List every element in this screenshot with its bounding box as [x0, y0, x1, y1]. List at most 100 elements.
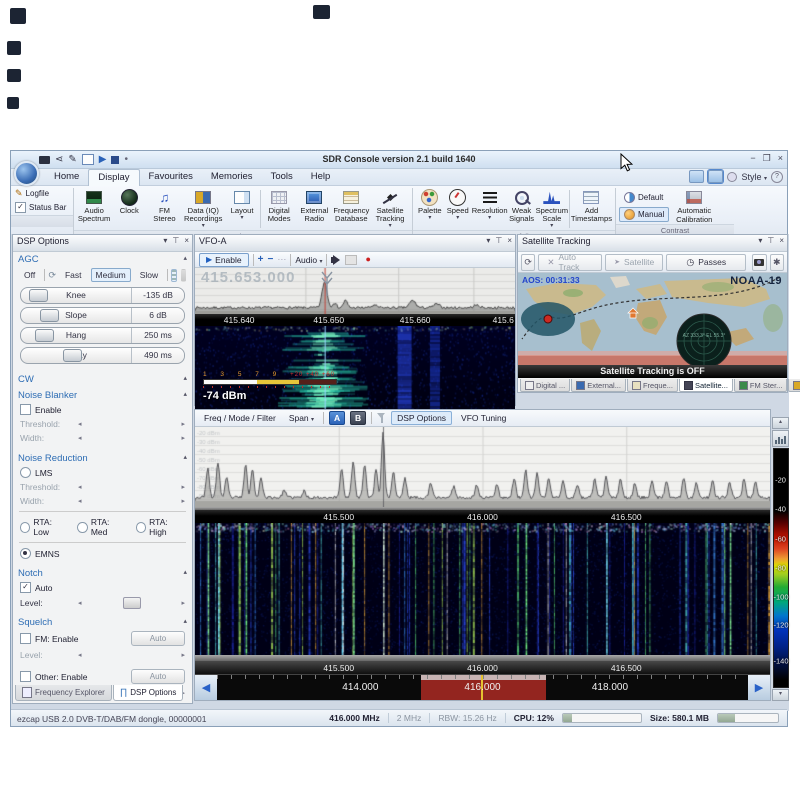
agc-section-header[interactable]: AGC▴: [13, 252, 192, 266]
contrast-manual-option[interactable]: Manual: [619, 207, 669, 222]
tab-memories[interactable]: Memories: [202, 169, 262, 185]
nb-width-slider[interactable]: Width:◂▸: [13, 431, 192, 445]
speaker-icon[interactable]: [331, 257, 335, 263]
app-logo[interactable]: [14, 161, 39, 186]
ribbon-external-radio[interactable]: External Radio: [297, 188, 331, 223]
ribbon-add-timestamps[interactable]: Add Timestamps: [571, 188, 612, 223]
contrast-default-option[interactable]: Default: [619, 190, 669, 205]
tab-fm-stereo[interactable]: FM Ster...: [734, 379, 788, 392]
panel-close-icon[interactable]: ×: [779, 236, 784, 245]
scroll-down-button[interactable]: ▾: [772, 689, 789, 701]
enable-button[interactable]: ▶Enable: [199, 253, 249, 267]
scroll-up-button[interactable]: ▴: [772, 417, 789, 429]
nb-enable-checkbox[interactable]: Enable: [13, 402, 192, 417]
agc-hand-icon[interactable]: [181, 269, 186, 282]
main-waterfall[interactable]: [195, 523, 770, 655]
panel-pin-icon[interactable]: ⊤: [172, 236, 179, 245]
ribbon-data-recordings[interactable]: Data (IQ) Recordings▾: [183, 188, 224, 230]
zoom-in-button[interactable]: +: [258, 255, 264, 265]
close-button[interactable]: ×: [778, 153, 783, 164]
nr-lms-radio[interactable]: LMS: [13, 465, 192, 480]
noise-blanker-header[interactable]: Noise Blanker▴: [13, 388, 192, 402]
agc-hang-slider[interactable]: Hang 250 ms: [20, 327, 185, 344]
radio[interactable]: [20, 467, 31, 478]
ribbon-audio-spectrum[interactable]: Audio Spectrum: [77, 188, 111, 223]
tab-help[interactable]: Help: [302, 169, 340, 185]
slider-handle[interactable]: [29, 289, 48, 302]
rta-med-radio[interactable]: RTA: Med: [77, 517, 125, 537]
agc-delay-slider[interactable]: Delay 490 ms: [20, 347, 185, 364]
logfile-toggle[interactable]: ✎ Logfile: [15, 188, 69, 199]
theme-button-2[interactable]: [708, 170, 723, 183]
panel-pin-icon[interactable]: ⊤: [495, 236, 502, 245]
tab-frequency[interactable]: Freque...: [627, 379, 678, 392]
nav-left-button[interactable]: ◀: [195, 675, 217, 700]
style-dropdown[interactable]: Style ▾: [741, 172, 767, 182]
ribbon-spectrum-scale[interactable]: Spectrum Scale▾: [536, 188, 569, 230]
agc-slope-slider[interactable]: Slope 6 dB: [20, 307, 185, 324]
nr-width-slider[interactable]: Width:◂▸: [13, 494, 192, 508]
squelch-other-enable[interactable]: Other: EnableAuto: [13, 667, 192, 686]
theme-button[interactable]: [689, 170, 704, 183]
vfoa-waterfall[interactable]: 1 3 5 7 9 +20 +40 +60 -74 dBm: [195, 326, 515, 410]
dsp-panel-titlebar[interactable]: DSP Options ▾ ⊤ ×: [13, 235, 192, 252]
vfo-tuning-button[interactable]: VFO Tuning: [457, 412, 510, 424]
agc-knee-slider[interactable]: Knee -135 dB: [20, 287, 185, 304]
tab-favourites[interactable]: Favourites: [140, 169, 202, 185]
ribbon-automatic-calibration[interactable]: Automatic Calibration: [670, 188, 718, 223]
vfo-b-button[interactable]: B: [350, 411, 366, 425]
record-icon[interactable]: ●: [365, 255, 370, 264]
panel-close-icon[interactable]: ×: [507, 236, 512, 245]
agc-slow-button[interactable]: Slow: [135, 268, 163, 282]
restore-button[interactable]: ❐: [763, 153, 771, 164]
panel-pin-icon[interactable]: ⊤: [767, 236, 774, 245]
tab-vfo-tuning[interactable]: VFO Tu...: [788, 379, 800, 392]
ribbon-palette[interactable]: Palette▾: [416, 188, 444, 222]
minimize-button[interactable]: −: [750, 153, 755, 164]
rta-low-radio[interactable]: RTA: Low: [20, 517, 67, 537]
freq-mode-filter-button[interactable]: Freq / Mode / Filter: [200, 412, 280, 424]
color-scale[interactable]: -20 -40 -60 -80 -100 -120 -140: [773, 448, 789, 688]
slider-handle[interactable]: [35, 329, 54, 342]
help-icon[interactable]: ?: [771, 171, 783, 183]
agc-chart-icon[interactable]: [171, 269, 176, 282]
ribbon-layout[interactable]: Layout▾: [225, 188, 259, 222]
collapse-icon[interactable]: ▴: [183, 254, 187, 262]
agc-medium-button[interactable]: Medium: [91, 268, 131, 282]
agc-off-button[interactable]: Off: [19, 268, 40, 282]
nb-threshold-slider[interactable]: Threshold:◂▸: [13, 417, 192, 431]
ribbon-clock[interactable]: Clock: [112, 188, 146, 215]
notch-header[interactable]: Notch▴: [13, 566, 192, 580]
tab-dsp-options[interactable]: ∏DSP Options: [113, 685, 184, 701]
vfoa-spectrum[interactable]: 415.653.000: [195, 268, 515, 314]
tab-display[interactable]: Display: [88, 169, 139, 186]
tab-home[interactable]: Home: [45, 169, 88, 185]
cw-section-header[interactable]: CW▴: [13, 372, 192, 386]
undo-icon[interactable]: ⟳: [48, 270, 56, 281]
ribbon-digital-modes[interactable]: Digital Modes: [262, 188, 296, 223]
tab-external[interactable]: External...: [571, 379, 626, 392]
panel-menu-icon[interactable]: ▾: [486, 236, 490, 245]
vfoa-panel-titlebar[interactable]: VFO-A ▾ ⊤ ×: [195, 235, 515, 252]
pin-icon[interactable]: [727, 172, 737, 182]
satellite-button[interactable]: ➤Satellite: [605, 254, 663, 271]
slider-handle[interactable]: [40, 309, 59, 322]
checkbox-checked[interactable]: ✓: [15, 202, 26, 213]
more-icon[interactable]: ⋯: [277, 254, 286, 265]
antenna-icon[interactable]: [377, 413, 386, 423]
audio-dropdown[interactable]: Audio ▾: [295, 255, 322, 265]
notch-level-slider[interactable]: Level:◂▸: [13, 595, 192, 611]
noise-reduction-header[interactable]: Noise Reduction▴: [13, 451, 192, 465]
passes-button[interactable]: ◷Passes: [666, 254, 746, 271]
main-spectrum[interactable]: [195, 427, 770, 507]
auto-track-button[interactable]: ✕Auto Track: [538, 254, 602, 271]
nav-right-button[interactable]: ▶: [748, 675, 770, 700]
panel-menu-icon[interactable]: ▾: [163, 236, 167, 245]
ribbon-satellite-tracking[interactable]: Satellite Tracking▾: [371, 188, 409, 230]
squelch-fm-enable[interactable]: FM: EnableAuto: [13, 629, 192, 648]
tab-frequency-explorer[interactable]: Frequency Explorer: [15, 685, 112, 701]
emns-radio[interactable]: EMNS: [13, 546, 192, 561]
tab-digital[interactable]: Digital ...: [520, 379, 570, 392]
dsp-options-toggle[interactable]: DSP Options: [391, 411, 452, 425]
refresh-button[interactable]: ⟳: [521, 254, 535, 271]
